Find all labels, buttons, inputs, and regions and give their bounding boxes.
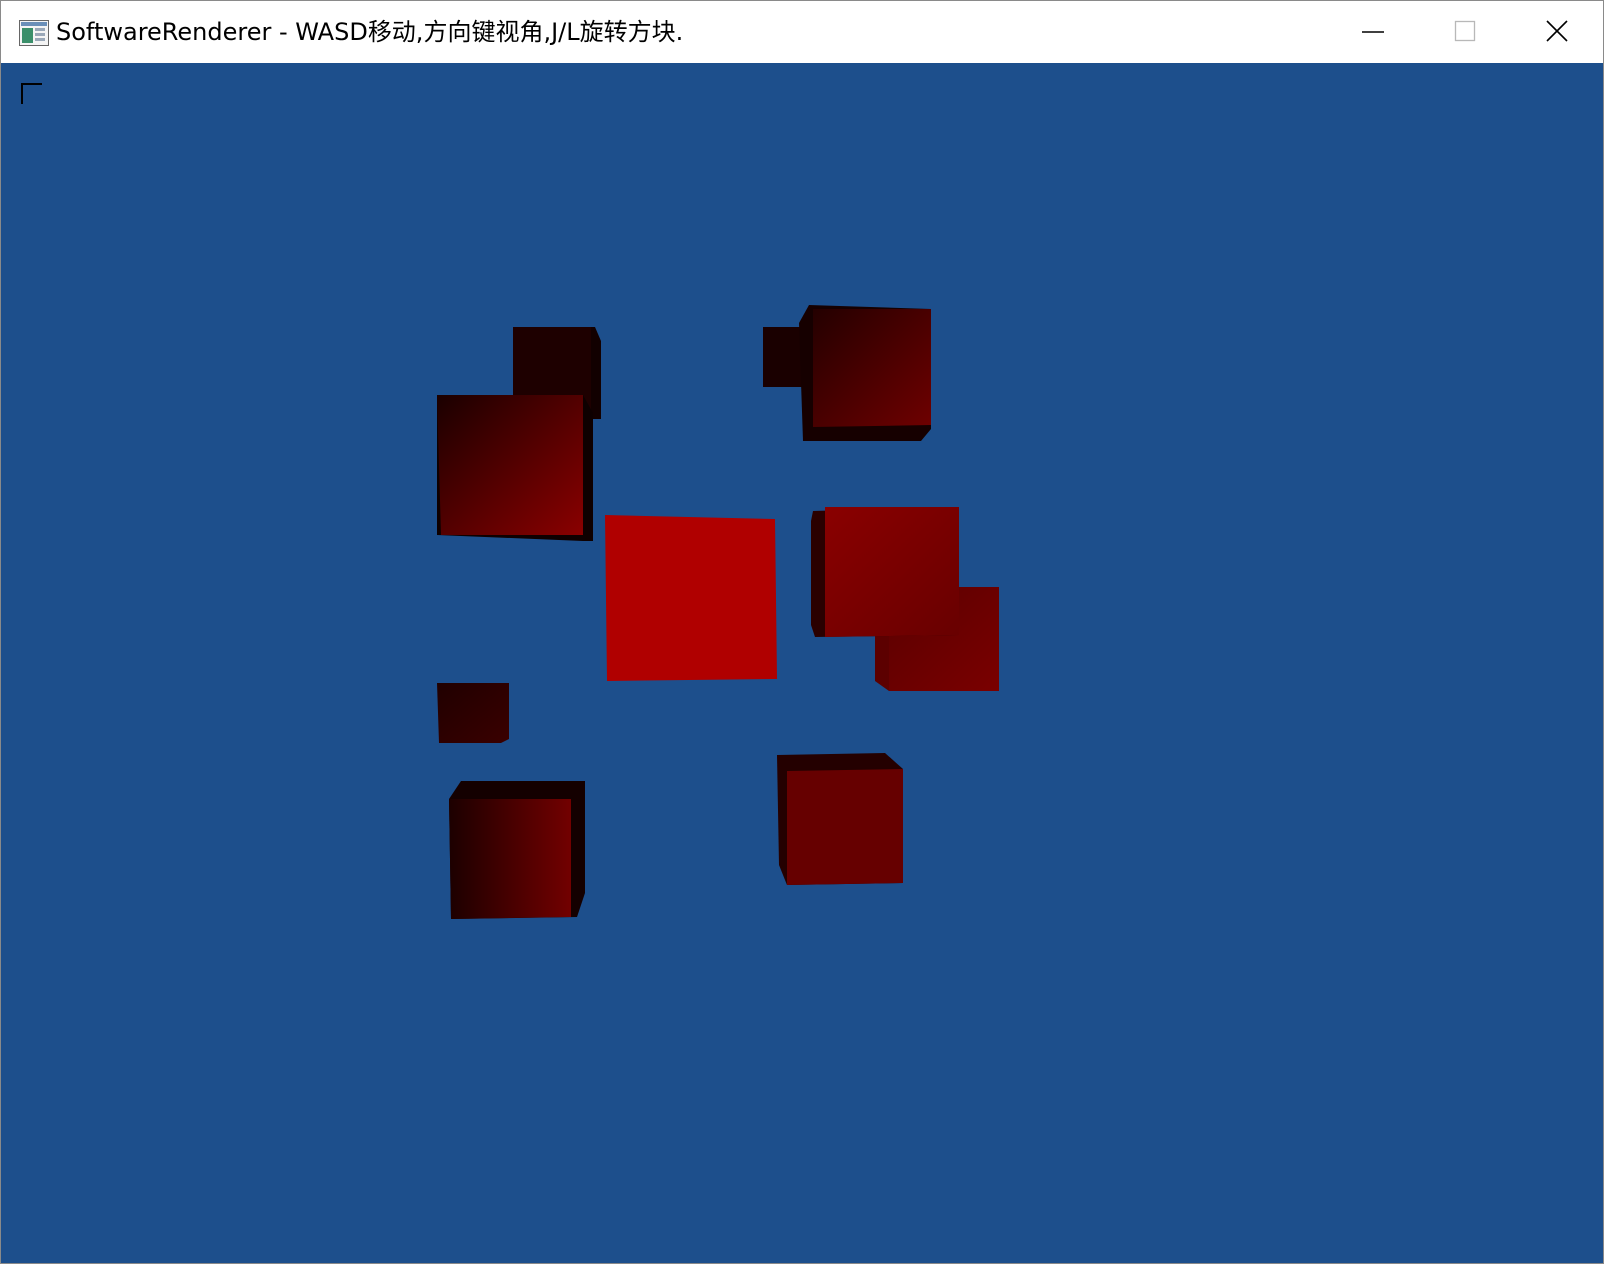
app-window-icon [19,20,49,46]
cube-left-small [437,683,509,743]
cube-top-right [799,305,931,441]
title-bar[interactable]: SoftwareRenderer - WASD移动,方向键视角,J/L旋转方块. [1,1,1603,63]
minimize-icon [1362,31,1384,33]
cube-right-middle-front [811,507,959,637]
cube-bottom-right [777,753,903,885]
render-viewport[interactable] [1,63,1603,1263]
cube-center [605,515,777,681]
scene-canvas [437,305,999,919]
window-title: SoftwareRenderer - WASD移动,方向键视角,J/L旋转方块. [56,18,684,46]
minimize-button[interactable] [1327,1,1419,63]
close-button[interactable] [1511,1,1603,63]
close-icon [1546,20,1568,42]
application-window: SoftwareRenderer - WASD移动,方向键视角,J/L旋转方块. [0,0,1604,1264]
cube-top-left-front [437,395,593,541]
maximize-button[interactable] [1419,1,1511,63]
cube-bottom-left [449,781,585,919]
maximize-icon [1454,20,1476,42]
